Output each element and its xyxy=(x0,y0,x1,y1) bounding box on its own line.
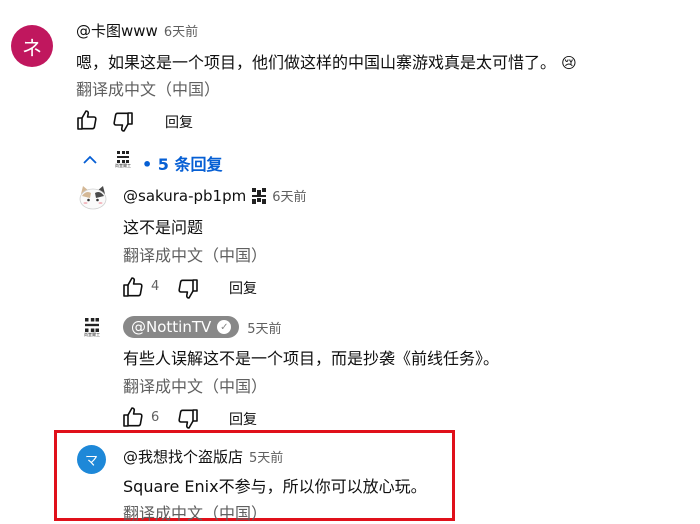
reply-button[interactable]: 回复 xyxy=(229,409,257,429)
cat-avatar-icon xyxy=(79,186,107,210)
like-count: 6 xyxy=(151,410,160,425)
comment-text: 嗯，如果这是一个项目，他们做这样的中国山寨游戏真是太可惜了。 😢 xyxy=(76,49,577,73)
reply-time[interactable]: 6天前 xyxy=(272,186,306,205)
replies-toggle-button[interactable]: • 5 条回复 xyxy=(142,151,223,175)
reply-author: @NottinTV xyxy=(131,318,212,336)
chevron-up-icon[interactable] xyxy=(82,154,98,166)
like-icon[interactable] xyxy=(75,108,99,132)
dislike-icon[interactable] xyxy=(176,277,200,301)
avatar[interactable]: マ xyxy=(77,445,106,474)
creator-logo-icon xyxy=(252,187,267,204)
avatar-letter: マ xyxy=(84,454,98,469)
reply-author[interactable]: @我想找个盗版店 xyxy=(123,446,243,467)
crying-face-icon: 😢 xyxy=(561,54,577,72)
reply-text: 这不是问题 xyxy=(123,218,204,237)
dislike-icon[interactable] xyxy=(111,110,135,134)
reply-time[interactable]: 5天前 xyxy=(247,318,281,337)
reply-time[interactable]: 5天前 xyxy=(249,447,283,466)
avatar[interactable]: ネ xyxy=(11,25,53,67)
reply-author[interactable]: @sakura-pb1pm xyxy=(123,187,246,205)
verified-check-icon: ✓ xyxy=(217,320,232,334)
reply-button[interactable]: 回复 xyxy=(229,278,257,298)
translate-link[interactable]: 翻译成中文（中国） xyxy=(76,76,220,100)
translate-link[interactable]: 翻译成中文（中国） xyxy=(123,500,267,524)
like-icon[interactable] xyxy=(121,405,145,429)
reply-text: 有些人误解这不是一个项目，而是抄袭《前线任务》。 xyxy=(123,349,500,368)
translate-link[interactable]: 翻译成中文（中国） xyxy=(123,373,267,397)
reply-text: Square Enix不参与，所以你可以放心玩。 xyxy=(123,477,427,496)
avatar-letter: ネ xyxy=(22,35,42,60)
avatar[interactable]: 尚堂爾工 xyxy=(79,313,105,341)
like-icon[interactable] xyxy=(121,275,145,299)
creator-logo-icon xyxy=(85,317,99,332)
avatar[interactable] xyxy=(78,184,108,210)
like-count: 4 xyxy=(151,279,160,294)
creator-logo-caption: 尚堂爾工 xyxy=(84,331,100,337)
dislike-icon[interactable] xyxy=(176,407,200,431)
creator-logo-icon: 尚堂爾工 xyxy=(112,148,134,170)
creator-badge[interactable]: @NottinTV ✓ xyxy=(123,316,240,338)
comment-time[interactable]: 6天前 xyxy=(164,21,198,40)
creator-logo-caption: 尚堂爾工 xyxy=(115,162,131,168)
comment-author[interactable]: @卡图www xyxy=(76,20,158,41)
translate-link[interactable]: 翻译成中文（中国） xyxy=(123,242,267,266)
comment-text-content: 嗯，如果这是一个项目，他们做这样的中国山寨游戏真是太可惜了。 xyxy=(76,53,557,72)
reply-button[interactable]: 回复 xyxy=(165,112,193,132)
